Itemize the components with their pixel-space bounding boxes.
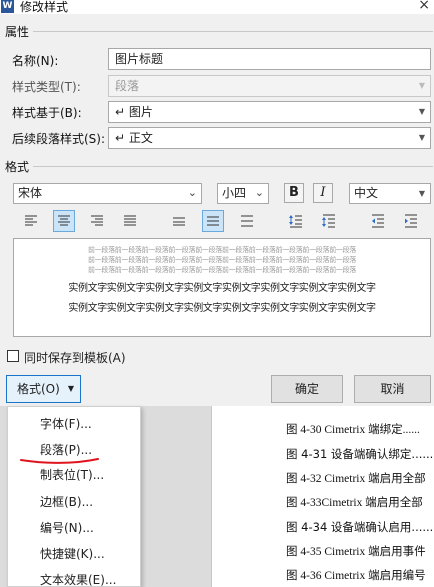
preview-previous-paragraph: 前一段落前一段落前一段落前一段落前一段落前一段落前一段落前一段落前一段落前一段落 <box>88 266 356 274</box>
next-style-value: ↵ 正文 <box>115 131 153 145</box>
font-family-select[interactable]: 宋体 ⌄ <box>13 183 202 204</box>
increase-indent-icon <box>405 214 417 228</box>
toc-entry: 图 4-31 设备端确认绑定...... <box>286 447 434 461</box>
decrease-indent-icon <box>372 214 384 228</box>
toc-entry: 图 4-32 Cimetrix 端启用全部 <box>286 473 426 485</box>
bold-button[interactable]: B <box>284 183 304 203</box>
menu-item-font[interactable]: 字体(F)... <box>40 415 92 432</box>
close-icon[interactable]: × <box>418 0 430 13</box>
menu-item-borders[interactable]: 边框(B)... <box>40 493 93 510</box>
align-justify-button[interactable] <box>119 210 141 232</box>
red-underline-annotation <box>20 458 99 464</box>
space-before-icon <box>289 215 302 228</box>
menu-item-text-effects[interactable]: 文本效果(E)... <box>40 571 116 587</box>
align-left-button[interactable] <box>20 210 42 232</box>
increase-space-after-button[interactable] <box>318 210 340 232</box>
style-type-select: 段落 ▼ <box>108 75 431 97</box>
add-to-template-label: 同时保存到模板(A) <box>24 351 126 365</box>
style-preview: 前一段落前一段落前一段落前一段落前一段落前一段落前一段落前一段落前一段落前一段落… <box>13 238 431 337</box>
next-style-label: 后续段落样式(S): <box>12 132 106 146</box>
single-spacing-button[interactable] <box>168 210 190 232</box>
attributes-section-label: 属性 <box>5 25 30 39</box>
double-spacing-icon <box>241 215 253 227</box>
style-type-label: 样式类型(T): <box>12 80 81 94</box>
decrease-indent-button[interactable] <box>367 210 389 232</box>
italic-button[interactable]: I <box>313 183 333 203</box>
script-value: 中文 <box>354 186 379 200</box>
preview-sample-text: 实例文字实例文字实例文字实例文字实例文字实例文字实例文字实例文字 <box>68 303 376 314</box>
format-menu-button[interactable]: 格式(O) ▼ <box>6 375 81 403</box>
one-half-spacing-icon <box>207 216 219 226</box>
based-on-label: 样式基于(B): <box>12 106 82 120</box>
preview-previous-paragraph: 前一段落前一段落前一段落前一段落前一段落前一段落前一段落前一段落前一段落前一段落 <box>88 246 356 254</box>
format-section-label: 格式 <box>5 160 30 174</box>
align-right-icon <box>91 215 103 226</box>
align-center-button[interactable] <box>53 210 75 232</box>
script-select[interactable]: 中文 ▼ <box>349 183 431 204</box>
title-bar: W 修改样式 × <box>0 0 434 14</box>
chevron-down-icon: ▼ <box>418 133 425 142</box>
toc-entry: 图 4-30 Cimetrix 端绑定...... <box>286 424 420 436</box>
menu-item-numbering[interactable]: 编号(N)... <box>40 519 94 536</box>
chevron-down-icon: ▼ <box>418 81 425 90</box>
align-justify-icon <box>124 215 136 226</box>
toc-entry: 图 4-36 Cimetrix 端启用编号 <box>286 570 426 582</box>
document-page: 图 4-30 Cimetrix 端绑定...... 图 4-31 设备端确认绑定… <box>211 406 434 587</box>
align-right-button[interactable] <box>86 210 108 232</box>
format-separator <box>33 166 433 167</box>
chevron-down-icon: ⌄ <box>187 186 197 199</box>
font-family-value: 宋体 <box>18 186 43 200</box>
based-on-value: ↵ 图片 <box>115 105 153 119</box>
font-size-select[interactable]: 小四 ⌄ <box>217 183 269 204</box>
cancel-button[interactable]: 取消 <box>354 375 431 403</box>
chevron-down-icon: ⌄ <box>254 186 264 199</box>
chevron-down-icon: ▼ <box>418 189 425 198</box>
style-type-value: 段落 <box>115 79 140 93</box>
toc-entry: 图 4-35 Cimetrix 端启用事件 <box>286 546 426 558</box>
wps-writer-icon: W <box>1 0 14 13</box>
chevron-down-icon: ▼ <box>418 107 425 116</box>
menu-item-shortcut-key[interactable]: 快捷键(K)... <box>40 545 105 562</box>
double-spacing-button[interactable] <box>236 210 258 232</box>
format-button-label: 格式(O) <box>17 382 60 396</box>
add-to-template-checkbox[interactable] <box>7 350 19 362</box>
one-half-spacing-button[interactable] <box>202 210 224 232</box>
preview-previous-paragraph: 前一段落前一段落前一段落前一段落前一段落前一段落前一段落前一段落前一段落前一段落 <box>88 256 356 264</box>
increase-space-before-button[interactable] <box>285 210 307 232</box>
space-after-icon <box>322 214 335 228</box>
based-on-select[interactable]: ↵ 图片 ▼ <box>108 101 431 123</box>
toc-entry: 图 4-34 设备端确认启用...... <box>286 520 434 534</box>
dialog-title: 修改样式 <box>20 0 69 14</box>
attributes-separator <box>33 31 433 32</box>
chevron-down-icon: ▼ <box>67 384 74 393</box>
name-label: 名称(N): <box>12 54 59 68</box>
align-left-icon <box>25 215 37 226</box>
next-style-select[interactable]: ↵ 正文 ▼ <box>108 127 431 149</box>
single-spacing-icon <box>173 217 185 226</box>
format-dropdown-menu: 字体(F)... 段落(P)... 制表位(T)... 边框(B)... 编号(… <box>7 406 141 587</box>
preview-sample-text: 实例文字实例文字实例文字实例文字实例文字实例文字实例文字实例文字 <box>68 283 376 294</box>
align-center-icon <box>58 215 70 226</box>
ok-button[interactable]: 确定 <box>271 375 343 403</box>
name-input[interactable]: 图片标题 <box>108 48 431 70</box>
toc-entry: 图 4-33Cimetrix 端启用全部 <box>286 497 423 509</box>
font-size-value: 小四 <box>222 186 247 200</box>
increase-indent-button[interactable] <box>400 210 422 232</box>
